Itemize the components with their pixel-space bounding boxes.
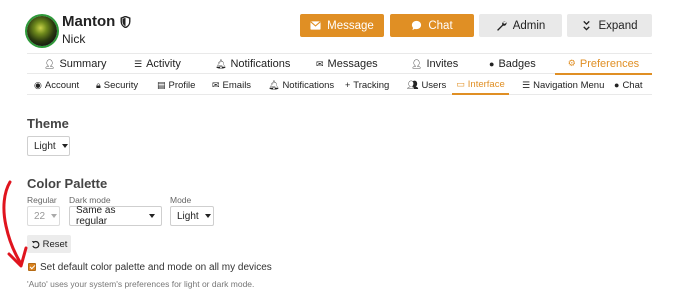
tab-badges-label: Badges <box>498 58 536 70</box>
tab-messages-label: Messages <box>327 58 378 70</box>
expand-button[interactable]: Expand <box>567 14 652 37</box>
wrench-icon <box>496 21 507 31</box>
subtab-chat[interactable]: ● Chat <box>614 76 643 94</box>
theme-select-value: Light <box>34 140 56 152</box>
user-plus-icon: 👤︎ <box>411 58 423 69</box>
mode-value: Light <box>177 210 199 222</box>
theme-select[interactable]: Light <box>27 136 70 156</box>
admin-label: Admin <box>512 19 546 32</box>
tab-activity[interactable]: ☰ Activity <box>134 54 181 74</box>
subtab-account[interactable]: ◉ Account <box>34 76 79 94</box>
tab-activity-label: Activity <box>146 58 181 70</box>
dark-mode-value: Same as regular <box>76 205 116 227</box>
mode-label: Mode <box>170 195 192 205</box>
subtab-navigation-menu-label: Navigation Menu <box>533 79 605 91</box>
subtab-interface[interactable]: ▭ Interface <box>452 76 509 95</box>
subtab-navigation-menu[interactable]: ☰ Navigation Menu <box>522 76 604 94</box>
menu-icon: ☰ <box>522 79 531 90</box>
tab-invites-label: Invites <box>426 58 459 70</box>
subtab-notifications[interactable]: 🔔︎ Notifications <box>268 76 334 94</box>
shield-icon <box>120 15 131 28</box>
envelope-icon: ✉︎ <box>316 58 324 69</box>
message-label: Message <box>327 19 374 32</box>
username-text: Manton <box>62 13 116 30</box>
expand-label: Expand <box>598 19 638 32</box>
mode-select[interactable]: Light <box>170 206 214 226</box>
subtab-account-label: Account <box>44 79 80 91</box>
default-palette-checkbox-label[interactable]: Set default color palette and mode on al… <box>40 262 272 273</box>
chat-label: Chat <box>428 19 453 32</box>
reset-label: Reset <box>42 238 68 250</box>
monitor-icon: ▭ <box>456 79 465 89</box>
subtab-notifications-label: Notifications <box>282 79 335 91</box>
subtab-profile[interactable]: ▤ Profile <box>157 76 195 94</box>
user-icon: 👤︎ <box>44 58 56 69</box>
caret-down-icon <box>61 144 68 148</box>
auto-mode-help-text: 'Auto' uses your system's preferences fo… <box>27 279 255 289</box>
tab-invites[interactable]: 👤︎ Invites <box>411 54 458 74</box>
tab-preferences[interactable]: ⚙ Preferences <box>555 54 652 75</box>
subtab-chat-label: Chat <box>622 79 643 91</box>
red-arrow-annotation <box>2 180 28 268</box>
subtab-tracking-label: Tracking <box>353 79 390 91</box>
message-button[interactable]: Message <box>300 14 384 37</box>
dark-mode-label: Dark mode <box>69 195 111 205</box>
admin-button[interactable]: Admin <box>479 14 562 37</box>
caret-down-icon <box>51 214 58 218</box>
username: Manton <box>62 13 131 30</box>
chat-bubble-icon: ● <box>614 79 620 90</box>
list-icon: ☰ <box>134 58 143 69</box>
bell-icon: 🔔︎ <box>215 58 227 69</box>
plus-icon: + <box>345 79 351 90</box>
chat-bubble-icon <box>412 20 422 31</box>
tab-summary-label: Summary <box>59 58 107 70</box>
subtab-profile-label: Profile <box>168 79 196 91</box>
id-card-icon: ▤ <box>157 79 166 90</box>
tab-summary[interactable]: 👤︎ Summary <box>44 54 107 74</box>
full-name: Nick <box>62 32 86 46</box>
expand-chevrons-icon <box>583 20 591 31</box>
tab-notifications[interactable]: 🔔︎ Notifications <box>215 54 290 74</box>
subtab-users[interactable]: 👥︎ Users <box>407 76 446 94</box>
subtab-security-label: Security <box>103 79 139 91</box>
users-icon: 👥︎ <box>407 79 419 90</box>
preferences-sub-nav: ◉ Account 🔒︎ Security ▤ Profile ✉︎ Emails 🔔︎… <box>27 76 652 95</box>
tab-messages[interactable]: ✉︎ Messages <box>316 54 378 74</box>
theme-heading: Theme <box>27 116 69 131</box>
user-circle-icon: ◉ <box>34 79 42 90</box>
caret-down-icon <box>204 214 211 218</box>
tab-badges[interactable]: ● Badges <box>489 54 536 74</box>
avatar[interactable] <box>27 16 57 46</box>
subtab-users-label: Users <box>421 79 447 91</box>
subtab-emails-label: Emails <box>222 79 252 91</box>
tab-preferences-label: Preferences <box>579 57 640 70</box>
lock-icon: 🔒︎ <box>96 79 101 90</box>
subtab-interface-label: Interface <box>467 79 505 90</box>
chat-button[interactable]: Chat <box>390 14 474 37</box>
tab-notifications-label: Notifications <box>230 58 291 70</box>
badge-icon: ● <box>489 58 495 69</box>
caret-down-icon <box>149 214 155 218</box>
envelope-icon <box>310 21 321 30</box>
subtab-security[interactable]: 🔒︎ Security <box>96 76 138 94</box>
bell-icon: 🔔︎ <box>268 79 280 90</box>
subtab-tracking[interactable]: + Tracking <box>345 76 389 94</box>
subtab-emails[interactable]: ✉︎ Emails <box>212 76 251 94</box>
gear-icon: ⚙ <box>567 58 576 68</box>
main-nav: 👤︎ Summary ☰ Activity 🔔︎ Notifications ✉︎ Me… <box>27 53 652 75</box>
envelope-icon: ✉︎ <box>212 79 220 90</box>
dark-mode-select[interactable]: Same as regular <box>69 205 162 227</box>
